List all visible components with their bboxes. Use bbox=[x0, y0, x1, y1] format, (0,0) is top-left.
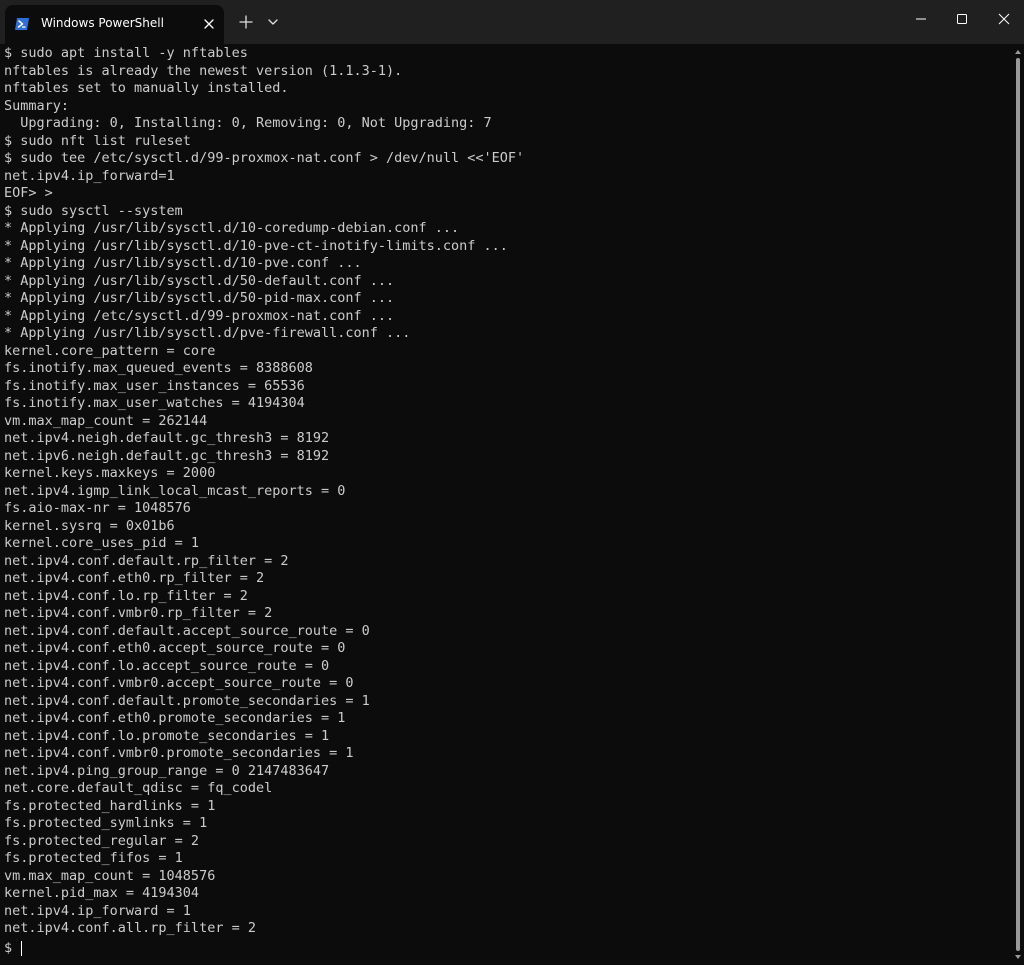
terminal-line: net.ipv4.igmp_link_local_mcast_reports =… bbox=[4, 482, 346, 499]
terminal-line: net.ipv4.conf.lo.promote_secondaries = 1 bbox=[4, 727, 330, 744]
terminal-line: net.ipv6.neigh.default.gc_thresh3 = 8192 bbox=[4, 447, 330, 464]
terminal-line: vm.max_map_count = 1048576 bbox=[4, 867, 216, 884]
tab-windows-powershell[interactable]: Windows PowerShell bbox=[5, 5, 224, 44]
terminal-line: net.ipv4.conf.vmbr0.promote_secondaries … bbox=[4, 745, 354, 761]
terminal-line: fs.aio-max-nr = 1048576 bbox=[4, 500, 191, 516]
terminal-line: Summary: bbox=[4, 97, 70, 114]
terminal-line: net.ipv4.conf.lo.rp_filter = 2 bbox=[4, 587, 248, 604]
terminal-line: net.ipv4.conf.default.rp_filter = 2 bbox=[4, 552, 289, 569]
terminal-line: fs.protected_symlinks = 1 bbox=[4, 815, 208, 831]
terminal-line: * Applying /usr/lib/sysctl.d/10-pve-ct-i… bbox=[4, 237, 508, 254]
terminal-line: * Applying /etc/sysctl.d/99-proxmox-nat.… bbox=[4, 307, 395, 324]
terminal-line: * Applying /usr/lib/sysctl.d/10-coredump… bbox=[4, 220, 460, 236]
terminal-line: * Applying /usr/lib/sysctl.d/50-default.… bbox=[4, 272, 395, 289]
terminal-line: Upgrading: 0, Installing: 0, Removing: 0… bbox=[4, 115, 492, 131]
terminal-line: net.ipv4.conf.default.accept_source_rout… bbox=[4, 622, 370, 639]
terminal-line: $ sudo nft list ruleset bbox=[4, 132, 191, 149]
close-tab-icon[interactable] bbox=[200, 15, 218, 33]
terminal-line: fs.inotify.max_user_instances = 65536 bbox=[4, 377, 305, 394]
terminal-line: net.ipv4.neigh.default.gc_thresh3 = 8192 bbox=[4, 430, 330, 446]
terminal-line: kernel.keys.maxkeys = 2000 bbox=[4, 465, 216, 481]
terminal-line: net.ipv4.conf.default.promote_secondarie… bbox=[4, 692, 370, 709]
terminal-line: net.ipv4.conf.eth0.accept_source_route =… bbox=[4, 640, 346, 656]
close-window-button[interactable] bbox=[982, 0, 1024, 38]
terminal-line: * Applying /usr/lib/sysctl.d/pve-firewal… bbox=[4, 325, 411, 341]
powershell-icon bbox=[15, 18, 29, 30]
terminal-prompt[interactable]: $ bbox=[4, 940, 23, 958]
terminal-line: net.ipv4.ip_forward=1 bbox=[4, 167, 175, 184]
scrollbar-thumb[interactable] bbox=[1016, 58, 1020, 951]
terminal-line: net.ipv4.ip_forward = 1 bbox=[4, 902, 191, 919]
minimize-icon bbox=[916, 18, 926, 20]
terminal-line: net.ipv4.conf.vmbr0.rp_filter = 2 bbox=[4, 605, 273, 621]
minimize-button[interactable] bbox=[899, 0, 943, 38]
terminal-line: $ sudo tee /etc/sysctl.d/99-proxmox-nat.… bbox=[4, 150, 525, 166]
scroll-up-arrow-icon[interactable] bbox=[1014, 48, 1022, 56]
close-icon bbox=[998, 13, 1010, 25]
maximize-icon bbox=[957, 14, 967, 24]
prompt-symbol: $ bbox=[4, 940, 21, 956]
terminal-line: kernel.core_uses_pid = 1 bbox=[4, 535, 200, 551]
terminal-line: kernel.sysrq = 0x01b6 bbox=[4, 517, 175, 534]
new-tab-icon[interactable] bbox=[236, 12, 256, 32]
text-cursor bbox=[21, 941, 23, 957]
terminal-line: kernel.core_pattern = core bbox=[4, 342, 216, 359]
terminal-line: $ sudo apt install -y nftables bbox=[4, 45, 248, 61]
terminal-line: fs.protected_regular = 2 bbox=[4, 832, 200, 849]
terminal-line: net.ipv4.ping_group_range = 0 2147483647 bbox=[4, 762, 330, 779]
terminal-output[interactable]: $ sudo apt install -y nftables nftables i… bbox=[4, 45, 1010, 963]
title-bar: Windows PowerShell bbox=[0, 0, 1024, 44]
terminal-line: nftables is already the newest version (… bbox=[4, 62, 403, 79]
terminal-line: nftables set to manually installed. bbox=[4, 80, 289, 96]
scroll-down-arrow-icon[interactable] bbox=[1014, 953, 1022, 961]
terminal-line: net.ipv4.conf.vmbr0.accept_source_route … bbox=[4, 675, 354, 691]
terminal-line: net.ipv4.conf.eth0.promote_secondaries =… bbox=[4, 710, 346, 726]
terminal-line: kernel.pid_max = 4194304 bbox=[4, 885, 200, 901]
terminal-line: $ sudo sysctl --system bbox=[4, 202, 183, 219]
tab-title: Windows PowerShell bbox=[41, 16, 164, 30]
terminal-line: net.core.default_qdisc = fq_codel bbox=[4, 780, 273, 796]
terminal-window: Windows PowerShell $ sudo apt install -y… bbox=[0, 0, 1024, 965]
vertical-scrollbar[interactable] bbox=[1012, 44, 1024, 965]
terminal-line: net.ipv4.conf.all.rp_filter = 2 bbox=[4, 920, 256, 936]
terminal-line: fs.inotify.max_user_watches = 4194304 bbox=[4, 395, 305, 411]
terminal-line: vm.max_map_count = 262144 bbox=[4, 412, 208, 429]
terminal-line: fs.inotify.max_queued_events = 8388608 bbox=[4, 360, 313, 376]
terminal-line: EOF> > bbox=[4, 185, 53, 201]
terminal-line: fs.protected_hardlinks = 1 bbox=[4, 797, 216, 814]
terminal-line: * Applying /usr/lib/sysctl.d/10-pve.conf… bbox=[4, 255, 362, 271]
terminal-line: net.ipv4.conf.eth0.rp_filter = 2 bbox=[4, 570, 265, 586]
terminal-line: fs.protected_fifos = 1 bbox=[4, 850, 183, 866]
terminal-line: net.ipv4.conf.lo.accept_source_route = 0 bbox=[4, 657, 330, 674]
terminal-line: * Applying /usr/lib/sysctl.d/50-pid-max.… bbox=[4, 290, 395, 306]
chevron-down-icon[interactable] bbox=[264, 12, 282, 32]
maximize-button[interactable] bbox=[940, 0, 984, 38]
